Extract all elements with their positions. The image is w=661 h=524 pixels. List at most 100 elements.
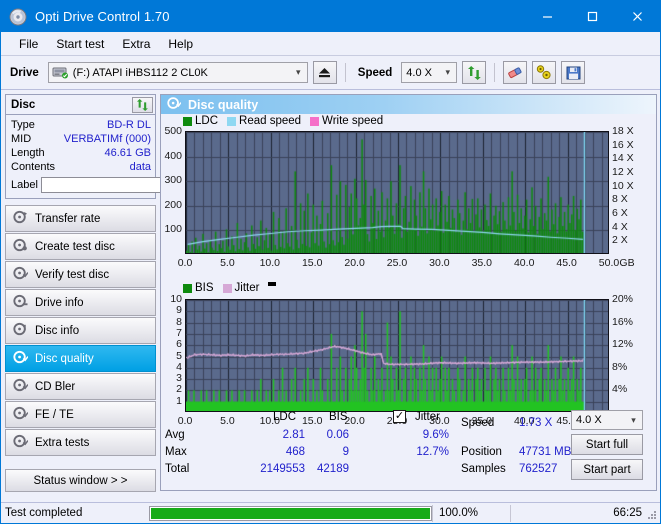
x-tick-label: 20.0 [344,257,365,269]
samples-stat-value: 762527 [519,463,558,475]
panel-header: Disc quality [161,95,656,114]
y-tick-label: 2 [176,383,182,396]
stats-row-max-label: Max [165,446,187,458]
elapsed-time: 66:25 [510,504,660,522]
jitter-checkbox[interactable]: ✓ [393,410,406,423]
disc-refresh-button[interactable] [132,96,153,113]
menu-start-test[interactable]: Start test [47,35,113,53]
test-speed-select[interactable]: 4.0 X ▾ [571,410,643,430]
refresh-button[interactable] [462,61,487,84]
toolbar: Drive (F:) ATAPI iHBS112 2 CL0K ▾ Speed … [1,56,660,90]
disc-test-icon [13,294,28,311]
tools-icon [537,65,551,80]
minimize-button[interactable] [525,1,570,32]
x-tick-label: 25.0 [386,257,408,269]
y-tick-label: 9 [176,304,182,317]
check-icon: ✓ [394,410,405,422]
sidebar-item-cd-bler[interactable]: CD Bler [5,373,156,400]
disc-row-length: Length 46.61 GB [11,146,151,160]
sidebar-item-label: CD Bler [35,380,76,393]
menu-help[interactable]: Help [159,35,202,53]
disc-row-type: Type BD-R DL [11,118,151,132]
start-part-button[interactable]: Start part [571,459,643,480]
stats-row-total-label: Total [165,463,190,475]
sidebar-item-disc-info[interactable]: Disc info [5,317,156,344]
menu-bar: File Start test Extra Help [1,32,660,56]
speed-select[interactable]: 4.0 X ▾ [401,62,458,83]
disc-panel: Disc Type BD-R DL MID VERBATIMf (000) Le… [5,94,243,199]
progress-percent: 100.0% [432,504,510,522]
status-text: Test completed [5,507,83,519]
y-tick-label: 400 [164,149,182,162]
ldc-plot-area[interactable] [185,131,609,254]
sidebar-item-drive-info[interactable]: Drive info [5,289,156,316]
app-window: Opti Drive Control 1.70 File Start test … [0,0,661,524]
start-full-button[interactable]: Start full [571,434,643,455]
y2-tick-label: 10 X [612,179,634,192]
disc-test-icon [13,210,28,227]
stats-avg-bis: 0.06 [326,429,349,441]
disc-label-row: Label [11,176,243,194]
erase-button[interactable] [503,61,528,84]
bis-canvas [186,300,608,411]
y-tick-label: 4 [176,360,182,373]
maximize-button[interactable] [570,1,615,32]
drive-select[interactable]: (F:) ATAPI iHBS112 2 CL0K ▾ [47,62,308,83]
sidebar-item-label: Create test disc [35,240,115,253]
sidebar-item-transfer-rate[interactable]: Transfer rate [5,205,156,232]
disc-test-icon [13,434,29,451]
sidebar-item-disc-quality[interactable]: Disc quality [5,345,156,372]
disc-quality-panel: Disc quality LDC Read speed Write speed 10… [160,94,657,491]
sidebar-item-create-test-disc[interactable]: Create test disc [5,233,156,260]
samples-stat-label: Samples [461,463,506,475]
stats-col-ldc: LDC [273,411,297,423]
sidebar-item-verify-test-disc[interactable]: Verify test disc [5,261,156,288]
disc-quality-icon [13,350,29,367]
sidebar-item-label: Verify test disc [35,268,110,281]
sidebar-item-fe-te[interactable]: FE / TE [5,401,156,428]
y-tick-label: 200 [164,198,182,211]
drive-label: Drive [10,66,39,79]
menu-extra[interactable]: Extra [113,35,159,53]
y-tick-label: 8 [176,315,182,328]
y2-tick-label: 4 X [612,220,628,233]
legend-swatch [310,116,320,126]
legend-label: LDC [195,115,219,127]
y-tick-label: 6 [176,338,182,351]
legend-label: Write speed [322,115,384,127]
legend-label: Jitter [234,282,260,294]
sidebar-item-label: Extra tests [35,436,90,449]
resize-grip[interactable] [646,509,658,521]
legend-item: Read speed [227,115,301,127]
y2-tick-label: 6 X [612,207,628,219]
chevron-down-icon: ▾ [445,67,451,77]
page-title: Disc quality [188,97,259,112]
sidebar-item-label: Drive info [35,296,84,309]
close-button[interactable] [615,1,660,32]
stats-max-bis: 9 [342,446,349,458]
disc-contents-label: Contents [11,161,56,173]
eject-button[interactable] [312,61,337,84]
app-icon [9,8,27,26]
y-tick-label: 5 [176,349,182,362]
status-window-button[interactable]: Status window > > [5,469,156,492]
sidebar-item-extra-tests[interactable]: Extra tests [5,429,156,456]
drive-value: (F:) ATAPI iHBS112 2 CL0K [72,66,208,79]
speed-value: 4.0 X [406,66,432,79]
sidebar-item-label: Transfer rate [35,212,101,225]
speed-label: Speed [357,66,393,79]
y-tick-label: 10 [170,293,182,305]
x-tick-label: 5.0 [220,257,235,269]
title-bar: Opti Drive Control 1.70 [1,1,660,32]
stats-total-ldc: 2149553 [260,463,305,475]
sidebar-item-label: FE / TE [35,408,74,421]
stats-col-bis: BIS [329,411,348,423]
stats-row-avg-label: Avg [165,429,185,441]
bis-plot-area[interactable] [185,299,609,412]
menu-file[interactable]: File [10,35,47,53]
y2-tick-label: 8% [612,360,628,373]
y-tick-label: 7 [176,326,182,339]
save-button[interactable] [561,61,586,84]
toolbar-separator [344,63,346,82]
tools-button[interactable] [532,61,557,84]
